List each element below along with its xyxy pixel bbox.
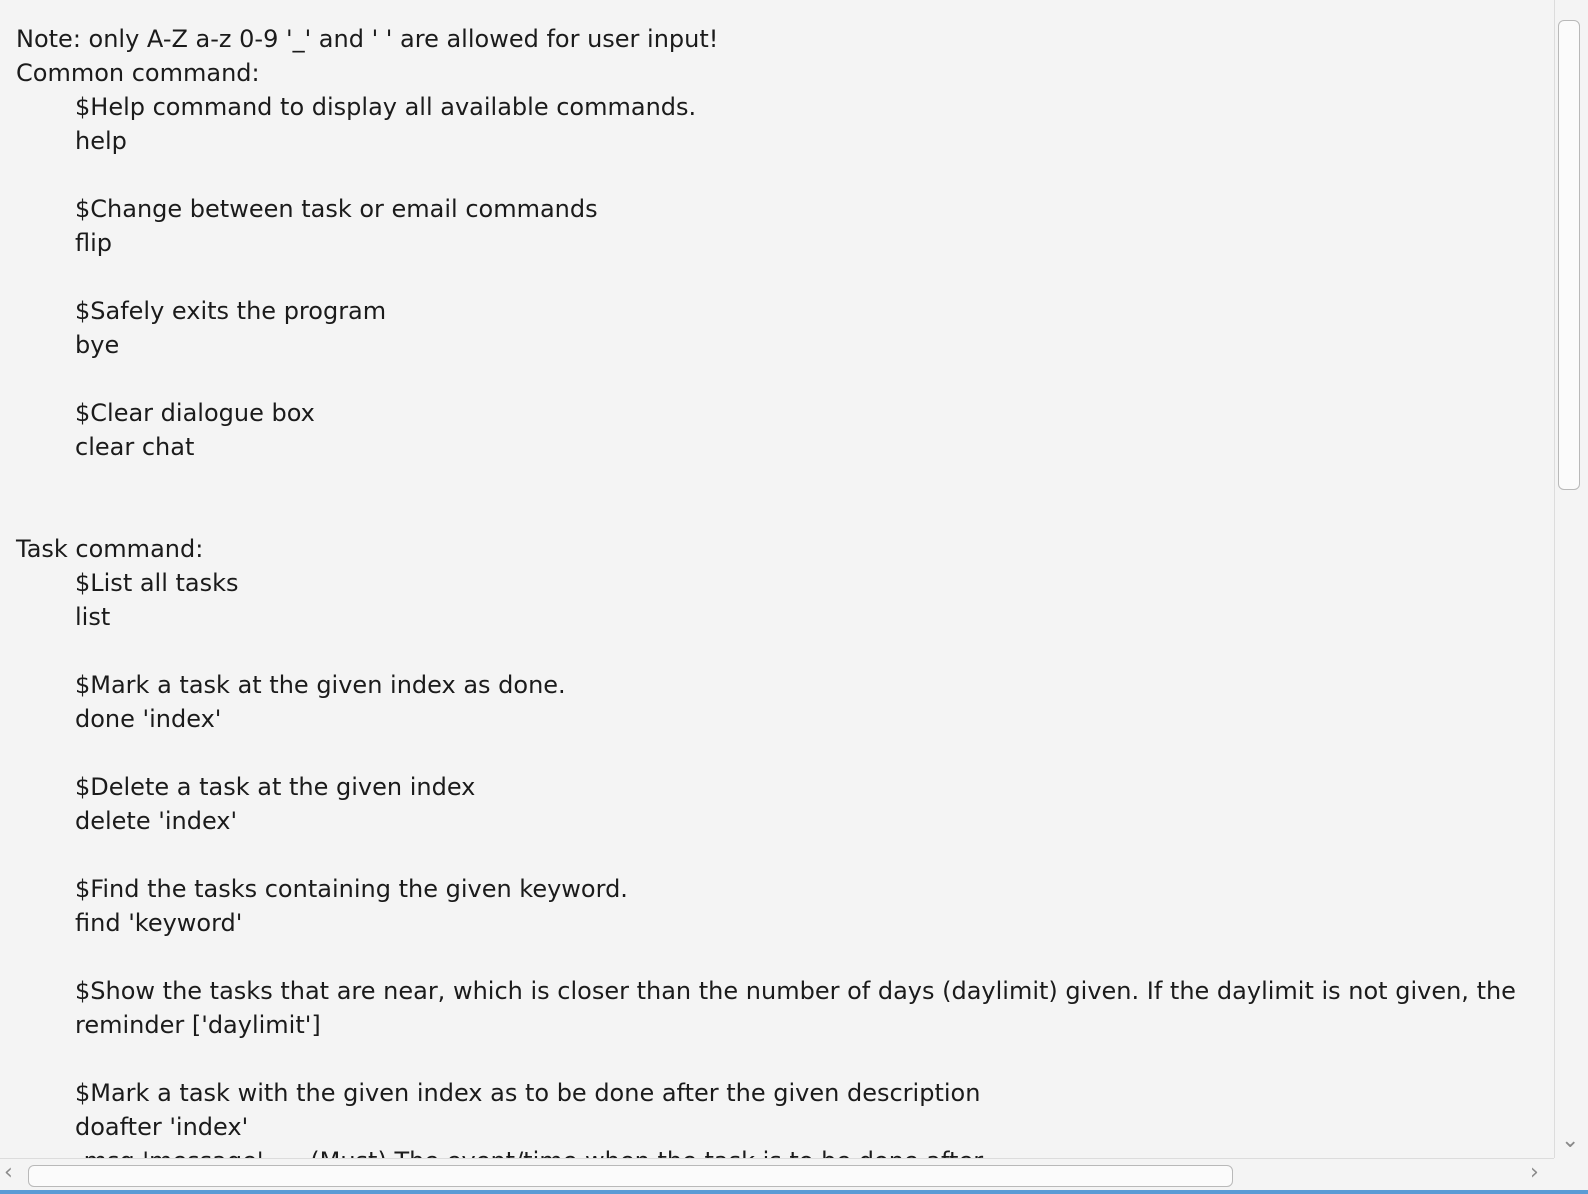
vertical-scrollbar[interactable]: ⌃ ⌄: [1554, 0, 1588, 1158]
scrollbar-corner: [1554, 1158, 1588, 1192]
command-description: $Delete a task at the given index: [75, 773, 476, 801]
chevron-down-icon[interactable]: ⌄: [1561, 1130, 1579, 1152]
chevron-right-icon[interactable]: ›: [1530, 1162, 1539, 1184]
command-syntax: delete 'index': [75, 807, 238, 835]
command-description: $Clear dialogue box: [75, 399, 315, 427]
chevron-left-icon[interactable]: ‹: [4, 1162, 13, 1184]
command-syntax: clear chat: [75, 433, 195, 461]
command-description: $Change between task or email commands: [75, 195, 598, 223]
command-description: $Safely exits the program: [75, 297, 387, 325]
task-command-heading: Task command:: [16, 535, 204, 563]
command-syntax: flip: [75, 229, 113, 257]
command-syntax: doafter 'index': [75, 1113, 249, 1141]
horizontal-scroll-thumb[interactable]: [28, 1165, 1233, 1187]
command-syntax: list: [75, 603, 111, 631]
command-description: $Show the tasks that are near, which is …: [75, 977, 1516, 1005]
common-command-heading: Common command:: [16, 59, 260, 87]
command-description: $Find the tasks containing the given key…: [75, 875, 628, 903]
command-syntax: find 'keyword': [75, 909, 243, 937]
help-text-viewport[interactable]: Note: only A-Z a-z 0-9 '_' and ' ' are a…: [0, 0, 1554, 1158]
command-syntax: bye: [75, 331, 120, 359]
help-text-content: Note: only A-Z a-z 0-9 '_' and ' ' are a…: [16, 22, 1546, 1158]
help-window: Note: only A-Z a-z 0-9 '_' and ' ' are a…: [0, 0, 1588, 1194]
vertical-scroll-thumb[interactable]: [1558, 20, 1580, 490]
command-syntax: done 'index': [75, 705, 222, 733]
command-description: $Mark a task at the given index as done.: [75, 671, 566, 699]
command-description: $Help command to display all available c…: [75, 93, 697, 121]
focus-border: [0, 1190, 1588, 1194]
command-syntax: reminder ['daylimit']: [75, 1011, 321, 1039]
horizontal-scrollbar[interactable]: ‹ ›: [0, 1158, 1554, 1192]
command-syntax: help: [75, 127, 127, 155]
command-description: $Mark a task with the given index as to …: [75, 1079, 981, 1107]
input-note: Note: only A-Z a-z 0-9 '_' and ' ' are a…: [16, 25, 719, 53]
command-description: $List all tasks: [75, 569, 239, 597]
chevron-up-icon[interactable]: ⌃: [1561, 0, 1579, 14]
partially-visible-line: -msg 'message' -... (Must) The event/tim…: [16, 1144, 1546, 1158]
